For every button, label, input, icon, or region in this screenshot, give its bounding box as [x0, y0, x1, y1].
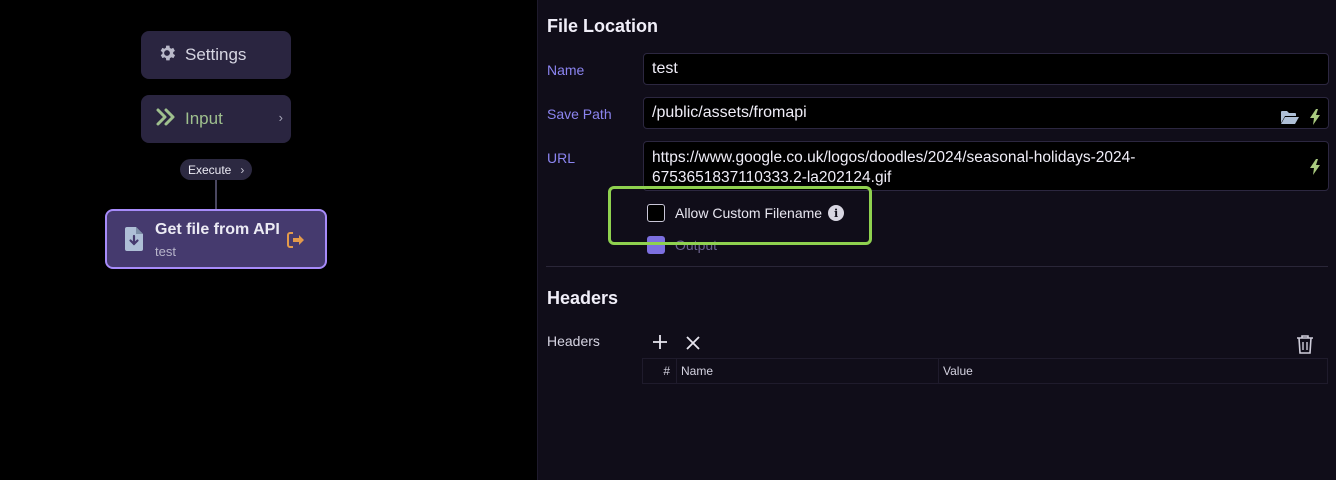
execute-label: Execute — [188, 162, 232, 177]
settings-node[interactable]: Settings — [141, 31, 291, 79]
node-title: Get file from API — [155, 221, 280, 238]
headers-label: Headers — [547, 333, 600, 349]
headers-toolbar — [652, 333, 700, 353]
file-location-title: File Location — [547, 16, 659, 36]
chevron-right-icon[interactable]: › — [279, 110, 283, 125]
clear-headers-button[interactable] — [686, 333, 700, 353]
gear-icon — [157, 43, 177, 68]
url-value-line2: 6753651837110333.2-la202124.gif — [652, 169, 892, 186]
allow-custom-filename-checkbox[interactable] — [647, 204, 665, 222]
url-label: URL — [547, 150, 576, 166]
section-divider — [546, 266, 1328, 267]
chevron-right-icon: › — [240, 162, 245, 177]
execute-handle[interactable]: Execute › — [180, 159, 252, 180]
settings-node-label: Settings — [185, 45, 247, 64]
save-path-label: Save Path — [547, 106, 612, 122]
url-value-line1: https://www.google.co.uk/logos/doodles/2… — [652, 149, 1136, 166]
node-subtitle: test — [155, 244, 176, 259]
bolt-icon[interactable] — [1310, 106, 1320, 136]
add-header-button[interactable] — [652, 333, 668, 353]
trash-icon[interactable] — [1296, 334, 1314, 359]
column-header-name[interactable]: Name — [677, 359, 939, 383]
allow-custom-filename-label: Allow Custom Filename — [675, 205, 823, 221]
get-file-node[interactable]: Get file from API test — [105, 209, 327, 269]
folder-open-icon[interactable] — [1280, 106, 1300, 136]
save-path-value: /public/assets/fromapi — [652, 104, 807, 121]
bolt-icon[interactable] — [1310, 159, 1320, 181]
name-field[interactable]: test — [643, 53, 1329, 85]
column-header-value[interactable]: Value — [939, 359, 1327, 383]
allow-custom-filename-option[interactable]: Allow Custom Filename i — [647, 204, 845, 222]
url-field[interactable]: https://www.google.co.uk/logos/doodles/2… — [643, 141, 1329, 191]
headers-table: # Name Value — [642, 358, 1328, 384]
flow-canvas[interactable]: Settings Input › Execute › Get file from… — [0, 0, 537, 480]
info-icon[interactable]: i — [828, 205, 845, 221]
headers-title: Headers — [547, 288, 619, 308]
input-node-label: Input — [185, 109, 223, 128]
name-label: Name — [547, 62, 585, 78]
input-node[interactable]: Input › — [141, 95, 291, 143]
sign-out-icon[interactable] — [287, 232, 305, 253]
name-value: test — [652, 60, 678, 77]
double-chevron-right-icon — [155, 107, 177, 132]
column-header-index[interactable]: # — [643, 359, 677, 383]
connector-line — [215, 180, 217, 209]
file-download-icon — [125, 227, 143, 256]
save-path-field[interactable]: /public/assets/fromapi — [643, 97, 1329, 129]
